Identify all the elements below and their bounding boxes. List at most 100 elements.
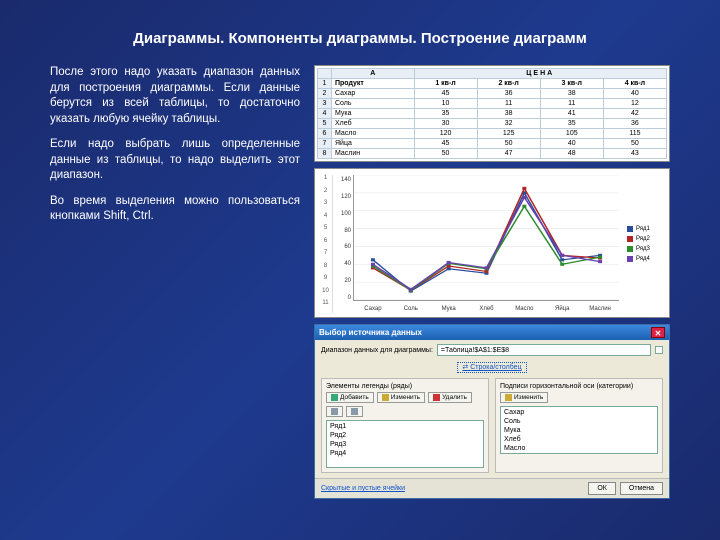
legend-label: Ряд3 [636, 246, 650, 252]
range-input[interactable] [437, 344, 651, 356]
legend-label: Ряд1 [636, 226, 650, 232]
dialog-title: Выбор источника данных [319, 328, 422, 337]
cell: 36 [477, 89, 540, 99]
arrow-down-icon [351, 408, 358, 415]
cell: 36 [603, 119, 666, 129]
cell: Мука [332, 109, 415, 119]
chart-panel: 1234567891011 140120100806040200 СахарСо… [314, 168, 670, 318]
cell: 38 [477, 109, 540, 119]
cell: 45 [414, 89, 477, 99]
cell: 42 [603, 109, 666, 119]
x-icon [433, 394, 440, 401]
categories-listbox[interactable]: СахарСольМукаХлебМасло [500, 406, 658, 454]
cancel-button[interactable]: Отмена [620, 482, 663, 495]
cell: 48 [540, 149, 603, 159]
header-cell: 2 кв-л [477, 79, 540, 89]
paragraph: После этого надо указать диапазон данных… [50, 65, 300, 127]
ok-button[interactable]: ОК [588, 482, 616, 495]
cell: 115 [603, 129, 666, 139]
edit-series-button[interactable]: Изменить [377, 392, 425, 403]
header-cell: 1 кв-л [414, 79, 477, 89]
legend-swatch-icon [627, 226, 633, 232]
slide-title: Диаграммы. Компоненты диаграммы. Построе… [50, 30, 670, 47]
row-number: 8 [318, 149, 332, 159]
cell: 105 [540, 129, 603, 139]
cell: 11 [477, 99, 540, 109]
list-item[interactable]: Сахар [502, 408, 656, 417]
row-number: 1 [318, 79, 332, 89]
cell: 50 [414, 149, 477, 159]
list-item[interactable]: Ряд1 [328, 422, 482, 431]
cell: 50 [603, 139, 666, 149]
list-item[interactable]: Ряд2 [328, 431, 482, 440]
cell: 120 [414, 129, 477, 139]
cell: 12 [603, 99, 666, 109]
arrow-up-icon [331, 408, 338, 415]
cell: 40 [603, 89, 666, 99]
cell: 30 [414, 119, 477, 129]
row-number: 7 [318, 139, 332, 149]
cell: 11 [540, 99, 603, 109]
range-label: Диапазон данных для диаграммы: [321, 347, 433, 354]
header-cell: Продукт [332, 79, 415, 89]
cell: 43 [603, 149, 666, 159]
plus-icon [331, 394, 338, 401]
cell: 38 [540, 89, 603, 99]
switch-row-col-button[interactable]: ⇄ Строка/столбец [457, 362, 526, 373]
list-item[interactable]: Соль [502, 417, 656, 426]
cell: Маслин [332, 149, 415, 159]
legend-group-label: Элементы легенды (ряды) [326, 383, 484, 390]
series-listbox[interactable]: Ряд1Ряд2Ряд3Ряд4 [326, 420, 484, 468]
close-icon[interactable]: ✕ [651, 327, 665, 338]
corner-cell [318, 69, 332, 79]
col-header: A [332, 69, 415, 79]
chart-y-axis: 140120100806040200 [333, 175, 353, 313]
row-number: 5 [318, 119, 332, 129]
add-series-button[interactable]: Добавить [326, 392, 374, 403]
cell: Яйца [332, 139, 415, 149]
cell: 41 [540, 109, 603, 119]
range-picker-icon[interactable] [655, 346, 663, 354]
move-down-button[interactable] [346, 406, 363, 417]
legend-swatch-icon [627, 256, 633, 262]
edit-categories-button[interactable]: Изменить [500, 392, 548, 403]
chart-plot-area: СахарСольМукаХлебМаслоЯйцаМаслин [353, 175, 619, 301]
cell: Хлеб [332, 119, 415, 129]
row-number: 3 [318, 99, 332, 109]
cell: 50 [477, 139, 540, 149]
cell: Соль [332, 99, 415, 109]
cell: 35 [414, 109, 477, 119]
legend-label: Ряд4 [636, 256, 650, 262]
cell: 125 [477, 129, 540, 139]
list-item[interactable]: Хлеб [502, 435, 656, 444]
remove-series-button[interactable]: Удалить [428, 392, 472, 403]
list-item[interactable]: Масло [502, 444, 656, 453]
header-cell: 3 кв-л [540, 79, 603, 89]
cell: 47 [477, 149, 540, 159]
row-number: 2 [318, 89, 332, 99]
chart-legend: Ряд1Ряд2Ряд3Ряд4 [623, 175, 665, 313]
paragraph: Если надо выбрать лишь определенные данн… [50, 137, 300, 184]
cell: 40 [540, 139, 603, 149]
hidden-cells-link[interactable]: Скрытые и пустые ячейки [321, 482, 405, 495]
list-item[interactable]: Мука [502, 426, 656, 435]
list-item[interactable]: Ряд4 [328, 449, 482, 458]
pencil-icon [382, 394, 389, 401]
cell: Сахар [332, 89, 415, 99]
data-source-dialog: Выбор источника данных ✕ Диапазон данных… [314, 324, 670, 499]
legend-swatch-icon [627, 236, 633, 242]
spreadsheet-table: A ЦЕНА 1 Продукт 1 кв-л 2 кв-л 3 кв-л 4 … [314, 65, 670, 162]
categories-group-label: Подписи горизонтальной оси (категории) [500, 383, 658, 390]
chart-x-axis: СахарСольМукаХлебМаслоЯйцаМаслин [354, 306, 619, 312]
move-up-button[interactable] [326, 406, 343, 417]
legend-swatch-icon [627, 246, 633, 252]
cell: 45 [414, 139, 477, 149]
cell: 32 [477, 119, 540, 129]
row-number: 6 [318, 129, 332, 139]
cell: Масло [332, 129, 415, 139]
cell: 35 [540, 119, 603, 129]
list-item[interactable]: Ряд3 [328, 440, 482, 449]
header-cell: 4 кв-л [603, 79, 666, 89]
paragraph: Во время выделения можно пользоваться кн… [50, 194, 300, 225]
cell: 10 [414, 99, 477, 109]
